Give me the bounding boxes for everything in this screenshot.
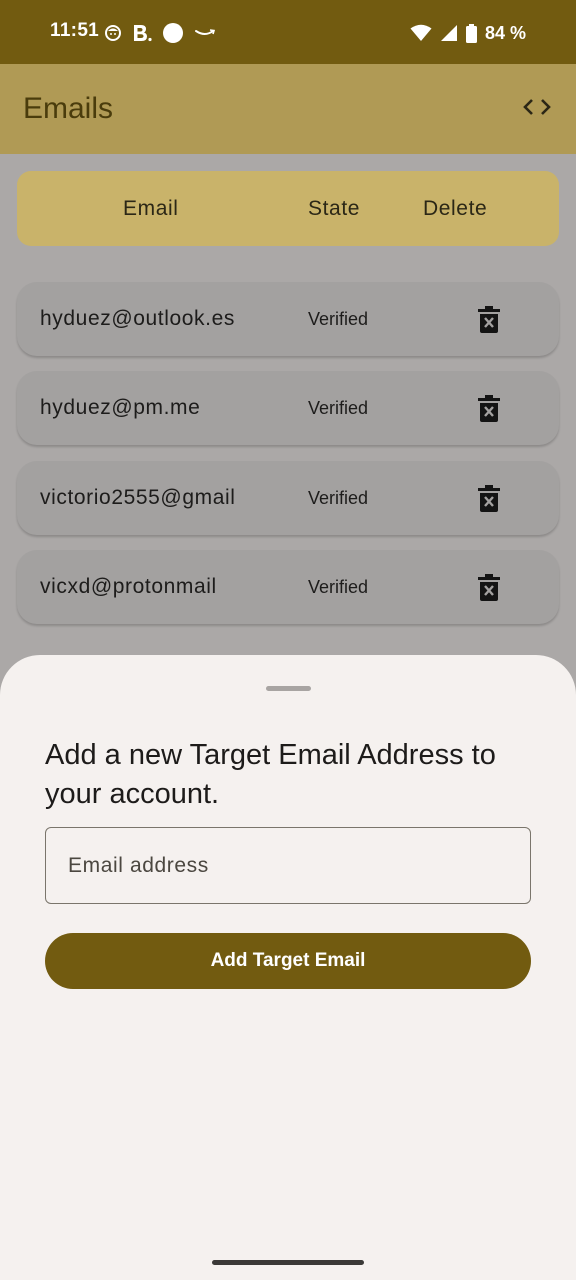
app-bar: Emails [0,64,576,154]
row-state: Verified [308,309,369,329]
amazon-smile-icon [194,27,216,39]
header-state: State [308,197,361,220]
table-row[interactable]: victorio2555@gmail Verified [17,461,559,535]
row-email: hyduez@pm.me [40,396,201,419]
email-address-input[interactable] [45,827,531,904]
delete-icon[interactable] [477,306,501,334]
booking-b-icon [132,23,152,43]
battery-percentage: 84 % [484,22,526,43]
code-icon [522,97,552,122]
delete-icon[interactable] [477,485,501,513]
page-title: Emails [23,92,114,125]
sheet-title: Add a new Target Email Address to your a… [45,739,496,810]
circle-dot-icon [162,22,184,44]
table-row[interactable]: vicxd@protonmail Verified [17,550,559,624]
code-button[interactable] [520,94,554,124]
delete-icon[interactable] [477,574,501,602]
row-email: vicxd@protonmail [40,575,217,598]
status-bar: 11:51 84 % [0,0,576,64]
row-state: Verified [308,398,369,418]
add-target-email-button[interactable]: Add Target Email [45,933,531,989]
battery-icon [465,23,477,43]
home-indicator[interactable] [212,1260,364,1265]
drag-handle[interactable] [266,686,311,691]
table-header: Email State Delete [17,171,559,246]
status-right: 84 % [410,19,526,47]
wifi-icon [410,24,432,42]
face-icon [104,24,122,42]
row-state: Verified [308,488,369,508]
notification-icons [104,19,216,47]
table-row[interactable]: hyduez@pm.me Verified [17,371,559,445]
bottom-sheet: Add a new Target Email Address to your a… [0,655,576,1280]
header-email: Email [123,197,179,220]
status-time: 11:51 [50,20,100,41]
delete-icon[interactable] [477,395,501,423]
cell-signal-icon [440,24,458,42]
row-email: victorio2555@gmail [40,486,236,509]
table-row[interactable]: hyduez@outlook.es Verified [17,282,559,356]
row-email: hyduez@outlook.es [40,307,235,330]
header-delete: Delete [423,197,488,220]
row-state: Verified [308,577,369,597]
